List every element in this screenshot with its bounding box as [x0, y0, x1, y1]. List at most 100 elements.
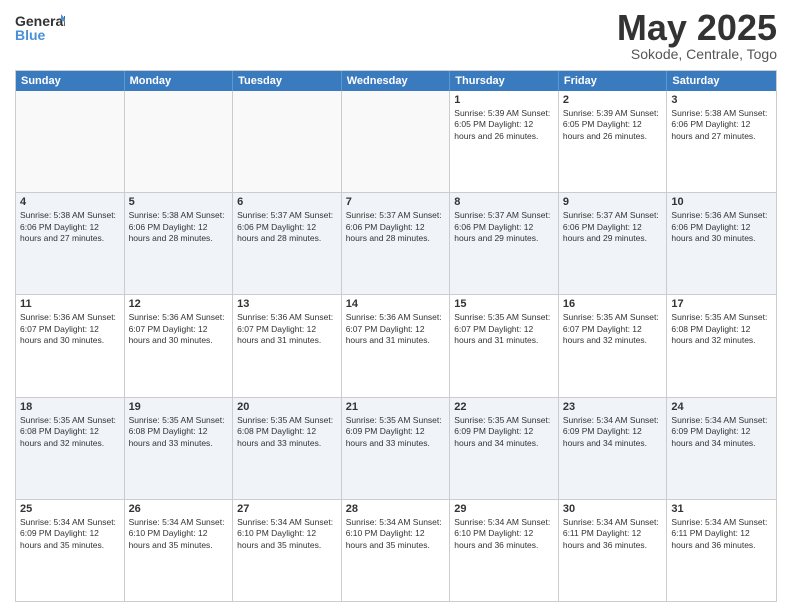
- day-info: Sunrise: 5:35 AM Sunset: 6:09 PM Dayligh…: [454, 415, 554, 449]
- cal-header-day: Thursday: [450, 71, 559, 91]
- cal-cell-day: 24Sunrise: 5:34 AM Sunset: 6:09 PM Dayli…: [667, 398, 776, 499]
- day-number: 20: [237, 401, 337, 413]
- calendar-body: 1 Sunrise: 5:39 AM Sunset: 6:05 PM Daylig…: [16, 91, 776, 601]
- calendar-row: 18 Sunrise: 5:35 AM Sunset: 6:08 PM Dayli…: [16, 397, 776, 499]
- calendar-row: 11 Sunrise: 5:36 AM Sunset: 6:07 PM Dayli…: [16, 294, 776, 396]
- day-number: 22: [454, 401, 554, 413]
- cal-cell-day: 28 Sunrise: 5:34 AM Sunset: 6:10 PM Dayli…: [342, 500, 451, 601]
- day-info: Sunrise: 5:39 AM Sunset: 6:05 PM Dayligh…: [454, 108, 554, 142]
- day-info: Sunrise: 5:34 AM Sunset: 6:10 PM Dayligh…: [129, 517, 229, 551]
- day-number: 15: [454, 298, 554, 310]
- page: General Blue May 2025 Sokode, Centrale, …: [0, 0, 792, 612]
- day-number: 5: [129, 196, 229, 208]
- cal-header-day: Monday: [125, 71, 234, 91]
- cal-cell-day: 10 Sunrise: 5:36 AM Sunset: 6:06 PM Dayli…: [667, 193, 776, 294]
- day-info: Sunrise: 5:34 AM Sunset: 6:09 PM Dayligh…: [20, 517, 120, 551]
- cal-cell-day: 27 Sunrise: 5:34 AM Sunset: 6:10 PM Dayli…: [233, 500, 342, 601]
- day-number: 2: [563, 94, 663, 106]
- cal-cell-day: 17Sunrise: 5:35 AM Sunset: 6:08 PM Dayli…: [667, 295, 776, 396]
- cal-cell-day: 6Sunrise: 5:37 AM Sunset: 6:06 PM Daylig…: [233, 193, 342, 294]
- day-number: 27: [237, 503, 337, 515]
- day-info: Sunrise: 5:36 AM Sunset: 6:07 PM Dayligh…: [237, 312, 337, 346]
- day-number: 11: [20, 298, 120, 310]
- day-info: Sunrise: 5:36 AM Sunset: 6:06 PM Dayligh…: [671, 210, 772, 244]
- cal-cell-day: 23 Sunrise: 5:34 AM Sunset: 6:09 PM Dayli…: [559, 398, 668, 499]
- day-number: 10: [671, 196, 772, 208]
- cal-header-day: Sunday: [16, 71, 125, 91]
- subtitle: Sokode, Centrale, Togo: [617, 46, 777, 62]
- day-info: Sunrise: 5:34 AM Sunset: 6:11 PM Dayligh…: [671, 517, 772, 551]
- day-info: Sunrise: 5:37 AM Sunset: 6:06 PM Dayligh…: [454, 210, 554, 244]
- day-info: Sunrise: 5:38 AM Sunset: 6:06 PM Dayligh…: [129, 210, 229, 244]
- day-number: 21: [346, 401, 446, 413]
- day-info: Sunrise: 5:36 AM Sunset: 6:07 PM Dayligh…: [346, 312, 446, 346]
- day-number: 29: [454, 503, 554, 515]
- day-info: Sunrise: 5:34 AM Sunset: 6:11 PM Dayligh…: [563, 517, 663, 551]
- cal-header-day: Saturday: [667, 71, 776, 91]
- day-info: Sunrise: 5:35 AM Sunset: 6:08 PM Dayligh…: [129, 415, 229, 449]
- cal-cell-day: 21Sunrise: 5:35 AM Sunset: 6:09 PM Dayli…: [342, 398, 451, 499]
- day-number: 17: [671, 298, 772, 310]
- day-info: Sunrise: 5:35 AM Sunset: 6:08 PM Dayligh…: [20, 415, 120, 449]
- day-info: Sunrise: 5:39 AM Sunset: 6:05 PM Dayligh…: [563, 108, 663, 142]
- calendar-row: 1 Sunrise: 5:39 AM Sunset: 6:05 PM Daylig…: [16, 91, 776, 192]
- day-info: Sunrise: 5:35 AM Sunset: 6:07 PM Dayligh…: [454, 312, 554, 346]
- cal-cell-day: 16 Sunrise: 5:35 AM Sunset: 6:07 PM Dayli…: [559, 295, 668, 396]
- day-number: 14: [346, 298, 446, 310]
- day-number: 30: [563, 503, 663, 515]
- day-info: Sunrise: 5:34 AM Sunset: 6:10 PM Dayligh…: [237, 517, 337, 551]
- day-info: Sunrise: 5:34 AM Sunset: 6:10 PM Dayligh…: [454, 517, 554, 551]
- day-number: 23: [563, 401, 663, 413]
- day-number: 25: [20, 503, 120, 515]
- cal-cell-empty: [125, 91, 234, 192]
- cal-cell-empty: [233, 91, 342, 192]
- svg-text:Blue: Blue: [15, 27, 46, 43]
- cal-cell-day: 30 Sunrise: 5:34 AM Sunset: 6:11 PM Dayli…: [559, 500, 668, 601]
- cal-cell-day: 13 Sunrise: 5:36 AM Sunset: 6:07 PM Dayli…: [233, 295, 342, 396]
- day-number: 28: [346, 503, 446, 515]
- cal-cell-day: 14 Sunrise: 5:36 AM Sunset: 6:07 PM Dayli…: [342, 295, 451, 396]
- cal-cell-day: 25 Sunrise: 5:34 AM Sunset: 6:09 PM Dayli…: [16, 500, 125, 601]
- cal-cell-day: 3Sunrise: 5:38 AM Sunset: 6:06 PM Daylig…: [667, 91, 776, 192]
- title-block: May 2025 Sokode, Centrale, Togo: [617, 10, 777, 62]
- day-info: Sunrise: 5:38 AM Sunset: 6:06 PM Dayligh…: [20, 210, 120, 244]
- cal-cell-day: 7Sunrise: 5:37 AM Sunset: 6:06 PM Daylig…: [342, 193, 451, 294]
- day-number: 16: [563, 298, 663, 310]
- day-info: Sunrise: 5:37 AM Sunset: 6:06 PM Dayligh…: [563, 210, 663, 244]
- cal-cell-day: 19Sunrise: 5:35 AM Sunset: 6:08 PM Dayli…: [125, 398, 234, 499]
- day-number: 8: [454, 196, 554, 208]
- cal-cell-day: 4Sunrise: 5:38 AM Sunset: 6:06 PM Daylig…: [16, 193, 125, 294]
- day-number: 24: [671, 401, 772, 413]
- cal-cell-day: 8 Sunrise: 5:37 AM Sunset: 6:06 PM Daylig…: [450, 193, 559, 294]
- day-number: 31: [671, 503, 772, 515]
- cal-cell-day: 15 Sunrise: 5:35 AM Sunset: 6:07 PM Dayli…: [450, 295, 559, 396]
- day-info: Sunrise: 5:36 AM Sunset: 6:07 PM Dayligh…: [129, 312, 229, 346]
- cal-cell-day: 2 Sunrise: 5:39 AM Sunset: 6:05 PM Daylig…: [559, 91, 668, 192]
- cal-cell-day: 11 Sunrise: 5:36 AM Sunset: 6:07 PM Dayli…: [16, 295, 125, 396]
- day-info: Sunrise: 5:35 AM Sunset: 6:08 PM Dayligh…: [237, 415, 337, 449]
- day-number: 7: [346, 196, 446, 208]
- calendar: SundayMondayTuesdayWednesdayThursdayFrid…: [15, 70, 777, 602]
- cal-cell-day: 18 Sunrise: 5:35 AM Sunset: 6:08 PM Dayli…: [16, 398, 125, 499]
- cal-cell-day: 1 Sunrise: 5:39 AM Sunset: 6:05 PM Daylig…: [450, 91, 559, 192]
- day-number: 6: [237, 196, 337, 208]
- day-info: Sunrise: 5:34 AM Sunset: 6:10 PM Dayligh…: [346, 517, 446, 551]
- calendar-row: 25 Sunrise: 5:34 AM Sunset: 6:09 PM Dayli…: [16, 499, 776, 601]
- day-info: Sunrise: 5:36 AM Sunset: 6:07 PM Dayligh…: [20, 312, 120, 346]
- cal-cell-empty: [16, 91, 125, 192]
- cal-cell-day: 26Sunrise: 5:34 AM Sunset: 6:10 PM Dayli…: [125, 500, 234, 601]
- cal-header-day: Tuesday: [233, 71, 342, 91]
- day-number: 12: [129, 298, 229, 310]
- day-number: 3: [671, 94, 772, 106]
- cal-cell-empty: [342, 91, 451, 192]
- month-title: May 2025: [617, 10, 777, 46]
- calendar-row: 4Sunrise: 5:38 AM Sunset: 6:06 PM Daylig…: [16, 192, 776, 294]
- cal-header-day: Friday: [559, 71, 668, 91]
- day-number: 1: [454, 94, 554, 106]
- day-number: 13: [237, 298, 337, 310]
- day-number: 18: [20, 401, 120, 413]
- cal-cell-day: 31 Sunrise: 5:34 AM Sunset: 6:11 PM Dayli…: [667, 500, 776, 601]
- day-info: Sunrise: 5:35 AM Sunset: 6:07 PM Dayligh…: [563, 312, 663, 346]
- day-info: Sunrise: 5:34 AM Sunset: 6:09 PM Dayligh…: [563, 415, 663, 449]
- logo: General Blue: [15, 10, 65, 50]
